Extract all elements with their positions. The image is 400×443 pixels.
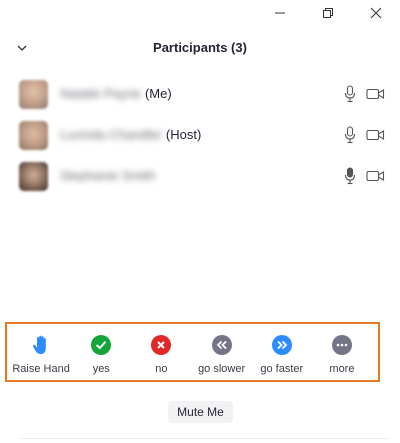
- participant-row[interactable]: Stephanie Smith: [0, 156, 400, 197]
- participant-row[interactable]: Lucinda Chandler (Host): [0, 115, 400, 156]
- participant-row[interactable]: Natalie Payne (Me): [0, 74, 400, 115]
- x-icon: [151, 335, 172, 355]
- participants-header: Participants (3): [0, 34, 400, 62]
- participant-name-text: Natalie Payne: [60, 86, 141, 101]
- go-slower-button[interactable]: go slower: [192, 324, 252, 380]
- more-icon: [331, 335, 352, 355]
- participant-name-text: Stephanie Smith: [60, 168, 156, 183]
- avatar: [19, 121, 48, 150]
- restore-button[interactable]: [304, 0, 352, 26]
- window-controls: [256, 0, 400, 26]
- reaction-label: go slower: [198, 363, 246, 375]
- reaction-label: more: [329, 363, 355, 375]
- participant-controls: [344, 167, 385, 185]
- panel-title: Participants (3): [153, 40, 247, 55]
- participant-name: Stephanie Smith: [60, 168, 159, 183]
- mute-me-button[interactable]: Mute Me: [168, 401, 233, 423]
- video-icon[interactable]: [366, 129, 385, 141]
- minimize-button[interactable]: [256, 0, 304, 26]
- raise-hand-button[interactable]: Raise Hand: [11, 324, 71, 380]
- no-button[interactable]: no: [131, 324, 191, 380]
- close-button[interactable]: [352, 0, 400, 26]
- yes-button[interactable]: yes: [71, 324, 131, 380]
- mic-icon[interactable]: [344, 85, 356, 103]
- check-icon: [91, 335, 112, 355]
- reaction-label: yes: [92, 363, 110, 375]
- participant-role: (Host): [165, 127, 202, 142]
- video-icon[interactable]: [366, 170, 385, 182]
- participant-name: Natalie Payne (Me): [60, 86, 172, 101]
- more-button[interactable]: more: [312, 324, 372, 380]
- go-faster-button[interactable]: go faster: [252, 324, 312, 380]
- divider: [20, 438, 390, 439]
- mic-icon[interactable]: [344, 167, 356, 185]
- avatar: [19, 162, 48, 191]
- participant-controls: [344, 85, 385, 103]
- reactions-bar: Raise Hand yes no go slower go faster mo…: [5, 322, 380, 382]
- participant-name: Lucinda Chandler (Host): [60, 127, 201, 142]
- minimize-icon: [274, 7, 286, 19]
- restore-icon: [322, 7, 334, 19]
- raise-hand-icon: [32, 335, 50, 355]
- double-chevron-right-icon: [271, 335, 292, 355]
- participant-role: (Me): [144, 86, 172, 101]
- double-chevron-left-icon: [211, 335, 232, 355]
- reaction-label: Raise Hand: [12, 363, 70, 375]
- avatar: [19, 80, 48, 109]
- participant-list: Natalie Payne (Me) Lucinda Chandler (Hos…: [0, 74, 400, 197]
- reaction-label: no: [155, 363, 168, 375]
- mic-icon[interactable]: [344, 126, 356, 144]
- participant-controls: [344, 126, 385, 144]
- reaction-label: go faster: [260, 363, 304, 375]
- video-icon[interactable]: [366, 88, 385, 100]
- participant-name-text: Lucinda Chandler: [60, 127, 162, 142]
- close-icon: [370, 7, 382, 19]
